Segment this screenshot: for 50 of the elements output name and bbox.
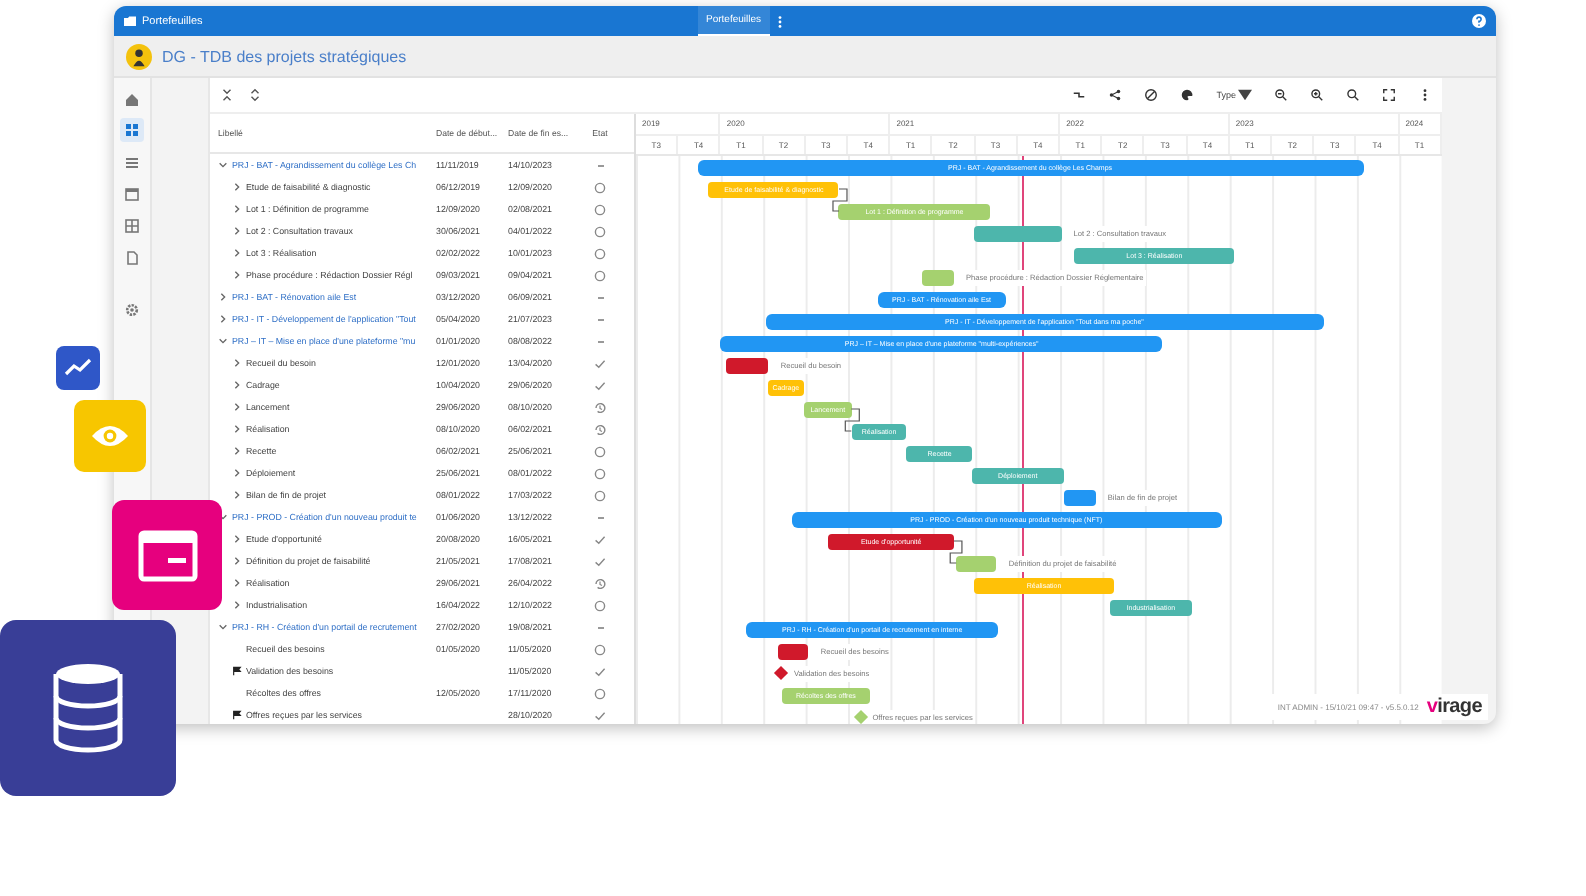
trend-line-icon [64, 358, 92, 378]
expand-caret-icon[interactable] [232, 468, 242, 478]
block-icon[interactable] [1144, 88, 1159, 102]
expand-caret-icon[interactable] [232, 600, 242, 610]
expand-caret-icon[interactable] [232, 182, 242, 192]
expand-caret-icon[interactable] [232, 578, 242, 588]
expand-caret-icon[interactable] [232, 248, 242, 258]
expand-caret-icon[interactable] [232, 270, 242, 280]
task-bar[interactable] [1063, 489, 1096, 505]
flag-icon [232, 710, 242, 720]
folder-icon [124, 16, 136, 26]
settings-icon[interactable] [120, 298, 144, 322]
help-icon[interactable] [1472, 14, 1486, 28]
collapse-caret-icon[interactable] [218, 336, 228, 346]
expand-caret-icon[interactable] [232, 226, 242, 236]
expand-caret-icon[interactable] [232, 534, 242, 544]
expand-caret-icon[interactable] [232, 380, 242, 390]
logo: virage [1426, 696, 1482, 718]
grid-icon[interactable] [120, 214, 144, 238]
expand-all-icon[interactable] [248, 88, 262, 102]
palette-icon[interactable] [1180, 88, 1195, 102]
fullscreen-icon[interactable] [1382, 88, 1396, 102]
apps-icon[interactable] [120, 118, 144, 142]
expand-caret-icon[interactable] [232, 424, 242, 434]
expand-caret-icon[interactable] [232, 204, 242, 214]
calendar-icon[interactable] [120, 182, 144, 206]
expand-caret-icon[interactable] [232, 446, 242, 456]
flag-icon [232, 666, 242, 676]
more-menu-icon[interactable] [1418, 88, 1432, 102]
expand-caret-icon[interactable] [232, 556, 242, 566]
expand-caret-icon[interactable] [232, 358, 242, 368]
page-title: DG - TDB des projets stratégiques [162, 47, 407, 65]
task-bar[interactable] [777, 643, 809, 659]
expand-caret-icon[interactable] [232, 402, 242, 412]
task-bar[interactable] [725, 357, 769, 373]
avatar-icon [126, 43, 152, 69]
expand-caret-icon[interactable] [232, 490, 242, 500]
zoom-in-icon[interactable] [1310, 88, 1324, 102]
search-icon[interactable] [1346, 88, 1360, 102]
collapse-caret-icon[interactable] [218, 622, 228, 632]
expand-caret-icon[interactable] [218, 314, 228, 324]
card-icon [137, 529, 197, 581]
expand-caret-icon[interactable] [218, 292, 228, 302]
collapse-caret-icon[interactable] [218, 160, 228, 170]
task-bar[interactable] [974, 225, 1062, 241]
eye-icon [90, 422, 130, 450]
link-icon[interactable] [1072, 88, 1087, 102]
share-icon[interactable] [1108, 88, 1123, 102]
collapse-all-icon[interactable] [220, 88, 234, 102]
zoom-out-icon[interactable] [1274, 88, 1288, 102]
